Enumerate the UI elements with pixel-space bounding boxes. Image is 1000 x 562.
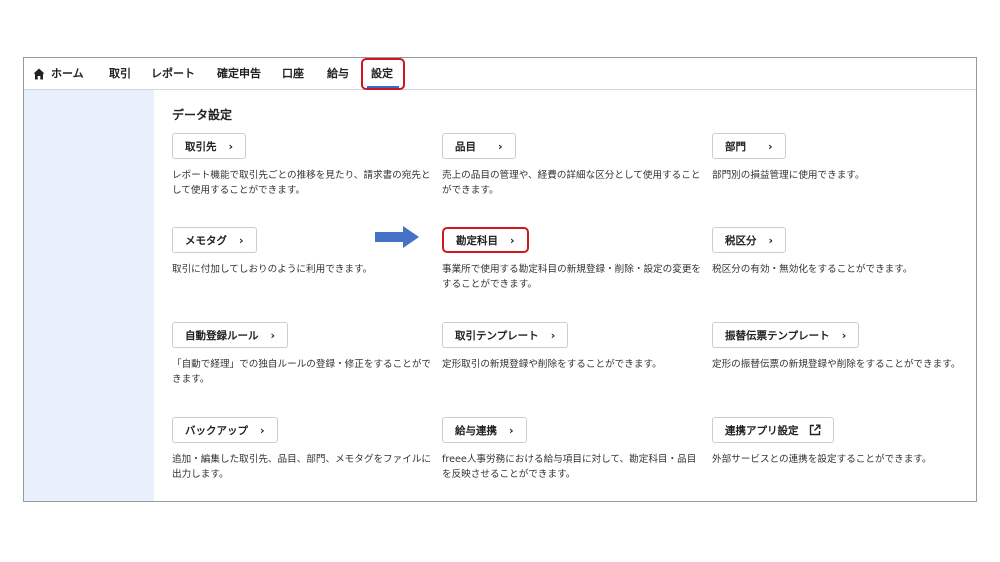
button-label: 税区分 [725, 234, 757, 247]
card-description: 取引に付加してしおりのように利用できます。 [172, 264, 373, 275]
button-label: 勘定科目 [456, 234, 498, 247]
memotag-button[interactable]: メモタグ › [172, 227, 257, 253]
torihiki-template-button[interactable]: 取引テンプレート › [442, 322, 569, 348]
chevron-right-icon: › [768, 233, 774, 247]
card-hinmoku: 品目 › 売上の品目の管理や、経費の詳細な区分として使用することができます。 [442, 133, 704, 198]
card-kyuyo-renkei: 給与連携 › freee人事労務における給与項目に対して、勘定科目・品目を反映さ… [442, 417, 704, 482]
top-navigation: ホーム 取引 レポート 確定申告 口座 給与 設定 [24, 58, 976, 90]
settings-content: データ設定 取引先 › レポート機能で取引先ごとの推移を見たり、請求書の宛先とし… [154, 90, 976, 501]
card-description: 売上の品目の管理や、経費の詳細な区分として使用することができます。 [442, 170, 701, 196]
card-torihiki-template: 取引テンプレート › 定形取引の新規登録や削除をすることができます。 [442, 322, 704, 372]
card-description: 事業所で使用する勘定科目の新規登録・削除・設定の変更をすることができます。 [442, 264, 702, 290]
nav-report[interactable]: レポート [151, 58, 195, 90]
chevron-right-icon: › [498, 139, 503, 153]
sidebar [24, 90, 154, 501]
button-label: 給与連携 [455, 424, 497, 437]
nav-home[interactable]: ホーム [33, 58, 84, 90]
chevron-right-icon: › [228, 139, 234, 153]
button-label: 自動登録ルール [185, 329, 259, 342]
app-window: ホーム 取引 レポート 確定申告 口座 給与 設定 データ設定 取引先 › レポ… [23, 57, 977, 502]
card-description: 税区分の有効・無効化をすることができます。 [712, 264, 913, 275]
furikae-template-button[interactable]: 振替伝票テンプレート › [712, 322, 860, 348]
card-description: freee人事労務における給与項目に対して、勘定科目・品目を反映させることができ… [442, 454, 697, 480]
chevron-right-icon: › [550, 328, 556, 342]
card-torihikisaki: 取引先 › レポート機能で取引先ごとの推移を見たり、請求書の宛先として使用するこ… [172, 133, 434, 198]
arrow-right-icon [375, 226, 419, 248]
zei-kubun-button[interactable]: 税区分 › [712, 227, 787, 253]
nav-kakutei-shinkoku[interactable]: 確定申告 [217, 58, 261, 90]
card-description: 部門別の損益管理に使用できます。 [712, 170, 865, 181]
card-description: 定形の振替伝票の新規登録や削除をすることができます。 [712, 359, 961, 370]
card-kanjo-kamoku: 勘定科目 › 事業所で使用する勘定科目の新規登録・削除・設定の変更をすることがで… [442, 227, 704, 292]
nav-kyuyo[interactable]: 給与 [327, 58, 349, 90]
external-link-icon [809, 424, 820, 436]
hinmoku-button[interactable]: 品目 › [442, 133, 516, 159]
nav-koza[interactable]: 口座 [282, 58, 304, 90]
chevron-right-icon: › [260, 423, 265, 437]
card-description: レポート機能で取引先ごとの推移を見たり、請求書の宛先として使用することができます… [172, 170, 431, 196]
button-label: メモタグ [185, 234, 227, 247]
chevron-right-icon: › [768, 139, 773, 153]
chevron-right-icon: › [239, 233, 244, 247]
card-description: 「自動で経理」での独自ルールの登録・修正をすることができます。 [172, 359, 432, 385]
button-label: 取引テンプレート [455, 329, 539, 342]
torihikisaki-button[interactable]: 取引先 › [172, 133, 247, 159]
chevron-right-icon: › [510, 233, 515, 247]
nav-torihiki[interactable]: 取引 [109, 58, 131, 90]
card-bumon: 部門 › 部門別の損益管理に使用できます。 [712, 133, 974, 183]
button-label: 部門 [725, 140, 746, 153]
chevron-right-icon: › [841, 328, 847, 342]
nav-home-label: ホーム [51, 67, 84, 80]
card-description: 外部サービスとの連携を設定することができます。 [712, 454, 932, 465]
kanjo-kamoku-button[interactable]: 勘定科目 › [442, 227, 529, 253]
chevron-right-icon: › [270, 328, 276, 342]
jido-toroku-rule-button[interactable]: 自動登録ルール › [172, 322, 289, 348]
backup-button[interactable]: バックアップ › [172, 417, 278, 443]
card-zei-kubun: 税区分 › 税区分の有効・無効化をすることができます。 [712, 227, 974, 277]
card-renkei-app: 連携アプリ設定 外部サービスとの連携を設定することができます。 [712, 417, 974, 467]
card-description: 追加・編集した取引先、品目、部門、メモタグをファイルに出力します。 [172, 454, 432, 480]
button-label: 取引先 [185, 140, 217, 153]
page-title: データ設定 [172, 108, 233, 122]
button-label: バックアップ [185, 424, 248, 437]
button-label: 品目 [455, 140, 476, 153]
chevron-right-icon: › [509, 423, 514, 437]
settings-highlight-box [361, 58, 405, 90]
button-label: 振替伝票テンプレート [725, 329, 830, 342]
card-jido-toroku: 自動登録ルール › 「自動で経理」での独自ルールの登録・修正をすることができます… [172, 322, 434, 387]
bumon-button[interactable]: 部門 › [712, 133, 786, 159]
kyuyo-renkei-button[interactable]: 給与連携 › [442, 417, 527, 443]
button-label: 連携アプリ設定 [725, 424, 799, 437]
renkei-app-settings-button[interactable]: 連携アプリ設定 [712, 417, 834, 443]
card-description: 定形取引の新規登録や削除をすることができます。 [442, 359, 662, 370]
card-furikae-template: 振替伝票テンプレート › 定形の振替伝票の新規登録や削除をすることができます。 [712, 322, 974, 372]
card-backup: バックアップ › 追加・編集した取引先、品目、部門、メモタグをファイルに出力しま… [172, 417, 434, 482]
home-icon [33, 68, 45, 80]
